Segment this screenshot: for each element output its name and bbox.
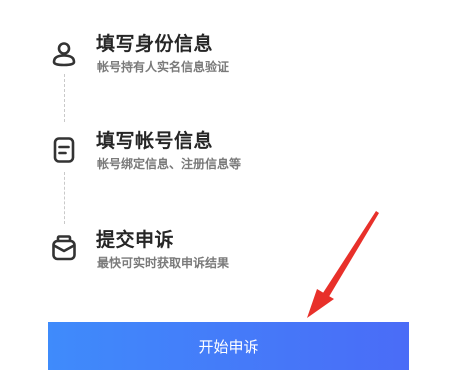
step-description: 最快可实时获取申诉结果 bbox=[97, 256, 230, 270]
document-icon bbox=[49, 135, 79, 165]
step-title: 填写身份信息 bbox=[96, 33, 214, 55]
start-appeal-button[interactable]: 开始申诉 bbox=[48, 322, 409, 370]
step-description: 帐号持有人实名信息验证 bbox=[97, 60, 230, 74]
step-connector bbox=[64, 172, 65, 224]
step-description: 帐号绑定信息、注册信息等 bbox=[97, 157, 242, 171]
envelope-icon bbox=[49, 233, 79, 263]
step-connector bbox=[64, 74, 65, 122]
step-title: 填写帐号信息 bbox=[96, 130, 214, 152]
step-title: 提交申诉 bbox=[96, 229, 175, 251]
user-icon bbox=[49, 38, 79, 68]
